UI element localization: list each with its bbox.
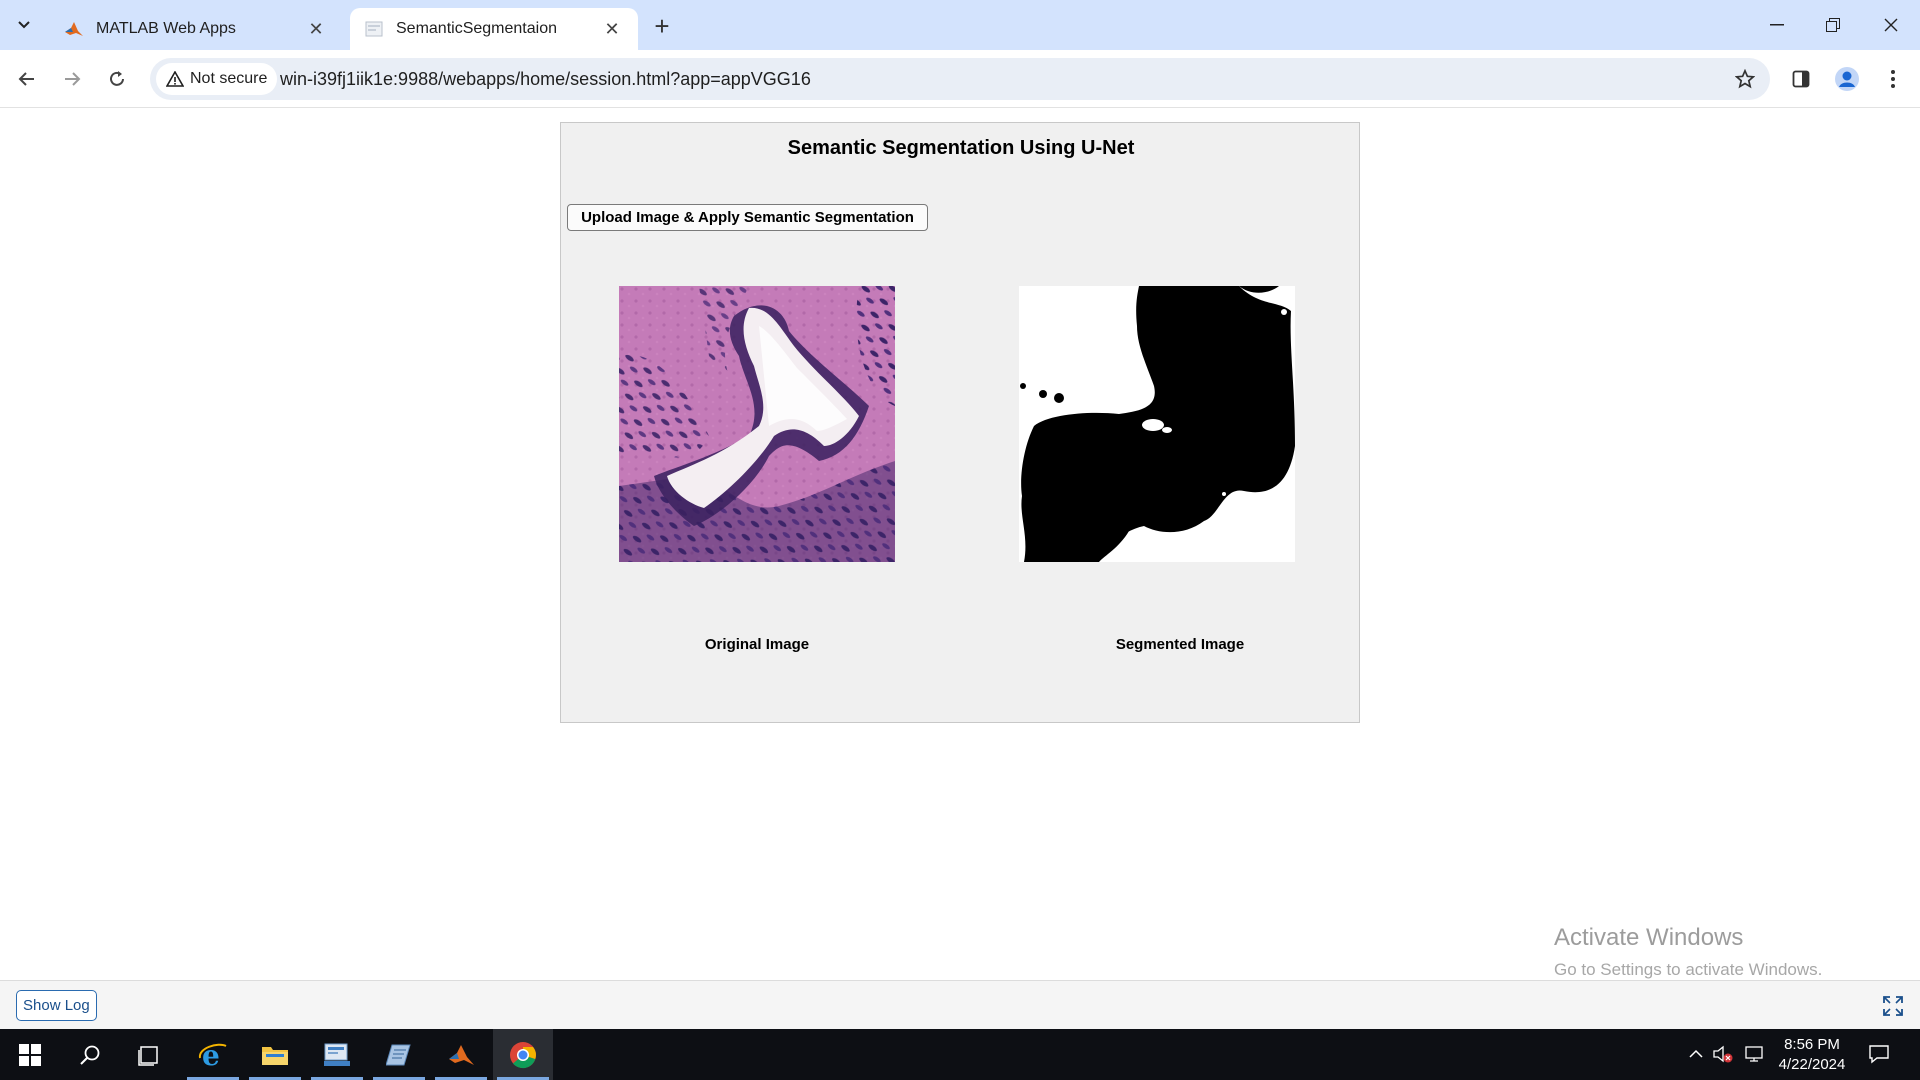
log-bar: Show Log [0, 980, 1920, 1029]
close-icon [1884, 18, 1898, 32]
tab-matlab-web-apps[interactable]: MATLAB Web Apps ✕ [50, 8, 342, 50]
profile-button[interactable] [1830, 62, 1864, 96]
original-image [619, 286, 895, 562]
minimize-icon [1770, 24, 1784, 26]
security-label: Not secure [190, 70, 268, 87]
matlab-app-button[interactable] [431, 1029, 491, 1080]
folder-icon [262, 1046, 288, 1065]
activate-windows-subtitle: Go to Settings to activate Windows. [1554, 960, 1823, 979]
tab-title: SemanticSegmentaion [396, 20, 557, 37]
windows-taskbar: e 8:56 PM 4/22/2024 [0, 1029, 1920, 1080]
matlab-icon [64, 19, 84, 39]
close-window-button[interactable] [1868, 10, 1914, 40]
browser-menu-button[interactable] [1876, 62, 1910, 96]
task-view-icon [138, 1045, 158, 1066]
chrome-icon [510, 1041, 536, 1068]
arrow-left-icon [18, 72, 34, 86]
restore-button[interactable] [1810, 10, 1856, 40]
matlab-icon [449, 1044, 474, 1065]
side-panel-icon [1792, 70, 1810, 88]
tab-semantic-segmentation[interactable]: SemanticSegmentaion ✕ [350, 8, 638, 50]
task-view-button[interactable] [120, 1029, 180, 1080]
network-app-button[interactable] [307, 1029, 367, 1080]
search-button[interactable] [60, 1029, 120, 1080]
notification-icon [1869, 1045, 1889, 1064]
file-explorer-button[interactable] [245, 1029, 305, 1080]
security-chip[interactable]: Not secure [156, 63, 278, 95]
address-bar[interactable]: Not secure win-i39fj1iik1e:9988/webapps/… [150, 58, 1770, 100]
arrow-right-icon [65, 72, 81, 86]
search-icon [80, 1045, 100, 1065]
close-icon[interactable]: ✕ [600, 17, 624, 41]
chevron-up-icon[interactable] [1685, 1043, 1707, 1065]
profile-avatar-icon [1835, 67, 1859, 91]
back-button[interactable] [10, 62, 44, 96]
restore-icon [1826, 18, 1840, 32]
network-icon[interactable] [1744, 1043, 1766, 1065]
internet-explorer-button[interactable]: e [183, 1029, 243, 1080]
minimize-button[interactable] [1754, 10, 1800, 40]
page-icon [364, 19, 384, 39]
notepad-icon [386, 1044, 411, 1065]
start-button[interactable] [0, 1029, 60, 1080]
action-center-button[interactable] [1866, 1041, 1892, 1067]
original-image-label: Original Image [704, 636, 810, 653]
show-log-button[interactable]: Show Log [16, 990, 97, 1021]
reload-button[interactable] [100, 62, 134, 96]
clock-date: 4/22/2024 [1778, 1056, 1846, 1073]
reload-icon [110, 71, 124, 86]
forward-button[interactable] [55, 62, 89, 96]
chrome-app-button[interactable] [493, 1029, 553, 1080]
segmented-image [1019, 286, 1295, 562]
browser-tab-strip: MATLAB Web Apps ✕ SemanticSegmentaion ✕ … [0, 0, 1920, 50]
volume-muted-icon[interactable] [1712, 1043, 1734, 1065]
tab-title: MATLAB Web Apps [96, 20, 236, 37]
upload-segment-button[interactable]: Upload Image & Apply Semantic Segmentati… [567, 204, 928, 231]
clock-time: 8:56 PM [1784, 1036, 1840, 1053]
warning-icon [166, 71, 184, 87]
more-vert-icon [1891, 70, 1895, 88]
app-panel: Semantic Segmentation Using U-Net Upload… [560, 122, 1360, 723]
close-icon[interactable]: ✕ [304, 17, 328, 41]
activate-windows-title: Activate Windows [1554, 924, 1744, 951]
network-app-icon [324, 1043, 350, 1066]
fullscreen-icon[interactable] [1880, 993, 1906, 1019]
app-title: Semantic Segmentation Using U-Net [787, 137, 1135, 159]
browser-toolbar: Not secure win-i39fj1iik1e:9988/webapps/… [0, 50, 1920, 108]
system-clock[interactable]: 8:56 PM 4/22/2024 [1768, 1035, 1856, 1075]
segmented-image-label: Segmented Image [1115, 636, 1245, 653]
tab-search-button[interactable] [6, 10, 42, 40]
internet-explorer-icon: e [198, 1040, 227, 1070]
notepad-app-button[interactable] [369, 1029, 429, 1080]
new-tab-button[interactable]: + [648, 11, 676, 41]
windows-logo-icon [19, 1043, 41, 1066]
url-text[interactable]: win-i39fj1iik1e:9988/webapps/home/sessio… [280, 69, 811, 90]
chevron-down-icon [18, 21, 30, 29]
side-panel-button[interactable] [1784, 62, 1818, 96]
bookmark-star-icon[interactable] [1732, 66, 1758, 92]
